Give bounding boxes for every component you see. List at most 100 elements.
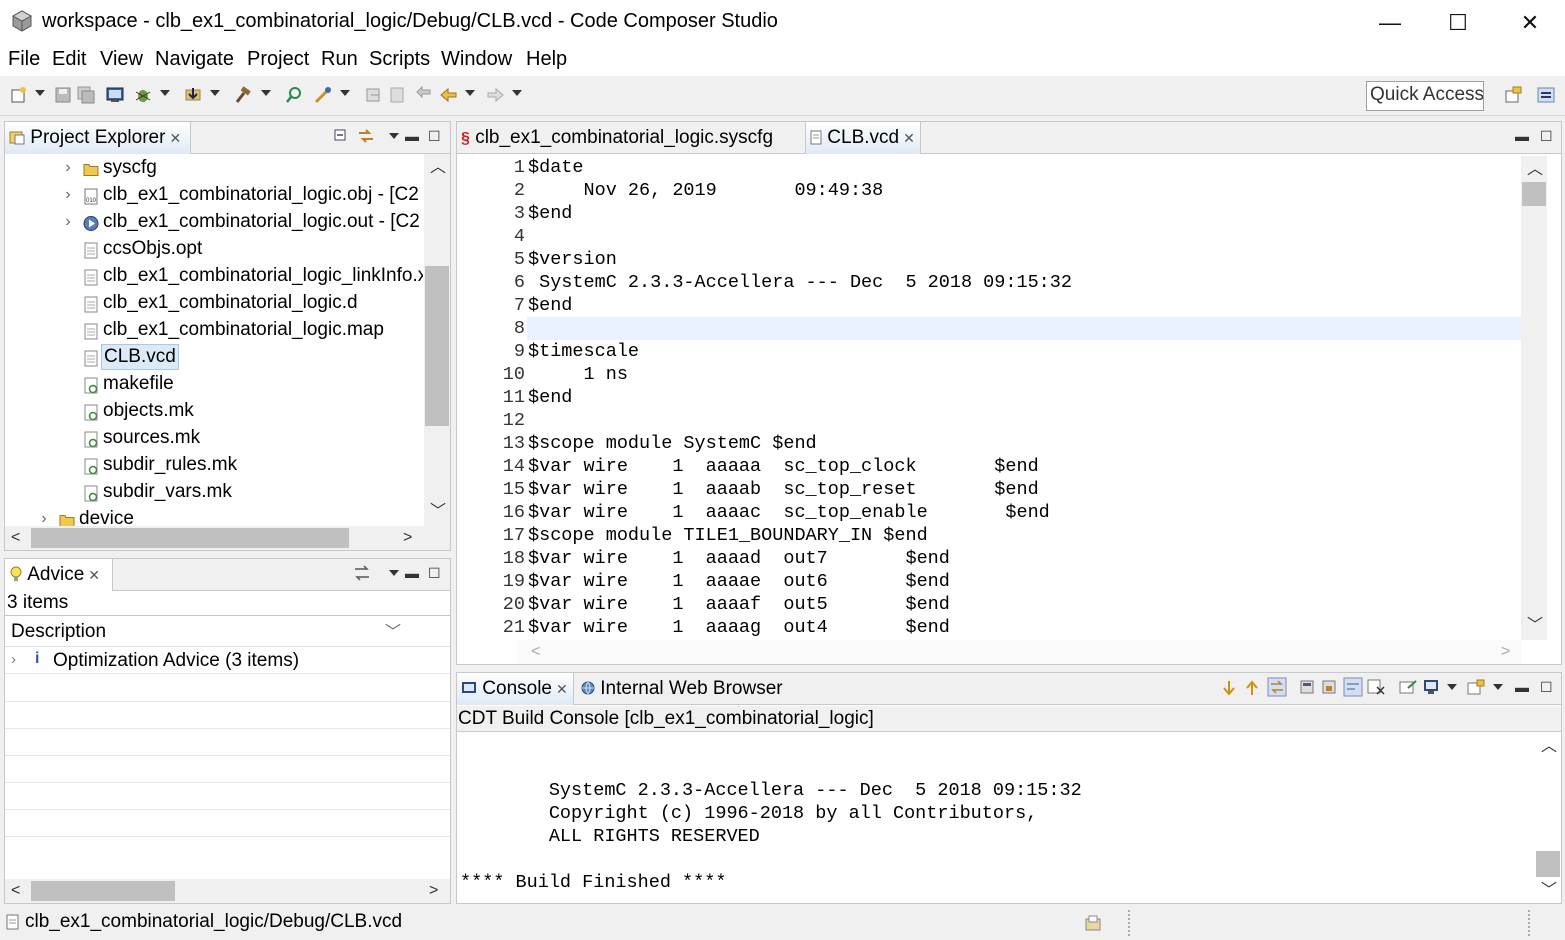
menu-file[interactable]: File — [8, 48, 40, 71]
display-console-dropdown-icon[interactable] — [1447, 684, 1457, 690]
minimize-view-icon[interactable]: ▬ — [1515, 128, 1529, 144]
clear-console-icon[interactable] — [1367, 679, 1385, 695]
menu-view[interactable]: View — [100, 48, 143, 71]
scroll-up-icon[interactable]: ︿ — [430, 160, 446, 176]
progress-indicator-icon[interactable] — [1084, 914, 1104, 932]
menu-run[interactable]: Run — [321, 48, 358, 71]
scroll-thumb[interactable] — [1536, 851, 1560, 877]
block-icon[interactable] — [388, 86, 406, 104]
console-output[interactable]: SystemC 2.3.3-Accellera --- Dec 5 2018 0… — [460, 733, 1534, 903]
tab-syscfg-file[interactable]: § clb_ex1_combinatorial_logic.syscfg — [457, 122, 803, 154]
menu-window[interactable]: Window — [441, 48, 512, 71]
link-with-editor-icon[interactable] — [357, 128, 375, 144]
menu-scripts[interactable]: Scripts — [369, 48, 430, 71]
expand-chevron-icon[interactable]: › — [61, 154, 75, 181]
open-console-icon[interactable] — [1467, 679, 1485, 695]
save-icon[interactable] — [54, 86, 72, 104]
tab-clb-vcd[interactable]: CLB.vcd ✕ — [805, 122, 921, 154]
close-icon[interactable]: ✕ — [556, 681, 568, 697]
scroll-up-icon[interactable]: ︿ — [1541, 739, 1557, 755]
forward-arrow-icon[interactable] — [486, 86, 504, 104]
menu-project[interactable]: Project — [247, 48, 309, 71]
build-dropdown-icon[interactable] — [261, 90, 271, 96]
minimize-button[interactable]: — — [1370, 8, 1410, 38]
scroll-right-icon[interactable]: > — [403, 530, 412, 546]
scroll-left-icon[interactable]: < — [531, 644, 540, 660]
scroll-down-icon[interactable]: ﹀ — [1541, 883, 1557, 899]
quick-access-input[interactable]: Quick Access — [1366, 81, 1484, 111]
expand-chevron-icon[interactable]: › — [61, 208, 75, 235]
scroll-down-arrow-icon[interactable] — [1221, 679, 1237, 697]
console-lock-icon[interactable] — [1321, 679, 1337, 695]
minimize-view-icon[interactable]: ▬ — [405, 128, 419, 144]
collapse-all-icon[interactable] — [333, 128, 349, 144]
ccs-edit-perspective-icon[interactable] — [1537, 86, 1555, 104]
open-console-dropdown-icon[interactable] — [1493, 684, 1503, 690]
tab-internal-web-browser[interactable]: Internal Web Browser — [577, 673, 797, 705]
expand-chevron-icon[interactable]: › — [61, 181, 75, 208]
scroll-right-icon[interactable]: > — [1501, 644, 1510, 660]
run-tool-dropdown-icon[interactable] — [340, 90, 350, 96]
maximize-button[interactable]: ☐ — [1438, 8, 1478, 38]
menu-help[interactable]: Help — [526, 48, 567, 71]
view-menu-icon[interactable] — [389, 570, 399, 576]
close-button[interactable]: ✕ — [1510, 8, 1550, 38]
advice-refresh-icon[interactable] — [353, 565, 371, 581]
editor-hscrollbar[interactable]: < > — [517, 640, 1521, 664]
tab-advice[interactable]: Advice ✕ — [5, 559, 113, 591]
scroll-up-arrow-icon[interactable] — [1244, 679, 1260, 697]
scroll-thumb[interactable] — [425, 266, 449, 426]
advice-column-header[interactable]: Description ﹀ — [5, 615, 450, 647]
project-tree-vscrollbar[interactable]: ︿ ﹀ — [424, 154, 450, 526]
scroll-right-icon[interactable]: > — [429, 883, 438, 899]
close-icon[interactable]: ✕ — [88, 567, 100, 583]
close-icon[interactable]: ✕ — [169, 130, 181, 146]
scroll-down-icon[interactable]: ﹀ — [430, 504, 446, 520]
maximize-view-icon[interactable]: ☐ — [428, 565, 441, 582]
menu-edit[interactable]: Edit — [52, 48, 86, 71]
close-icon[interactable]: ✕ — [903, 130, 915, 146]
last-edit-icon[interactable] — [416, 86, 434, 104]
maximize-view-icon[interactable]: ☐ — [1540, 128, 1553, 145]
hscroll-thumb[interactable] — [31, 528, 349, 548]
hscroll-thumb[interactable] — [31, 881, 175, 901]
debug-icon[interactable] — [134, 86, 152, 104]
search-icon[interactable] — [285, 86, 303, 104]
console-pin-icon[interactable] — [1299, 679, 1315, 695]
scroll-up-icon[interactable]: ︿ — [1527, 162, 1543, 178]
toggle-mark-icon[interactable] — [365, 86, 383, 104]
view-menu-icon[interactable] — [389, 133, 399, 139]
tab-console[interactable]: Console ✕ — [457, 673, 574, 705]
flash-dropdown-icon[interactable] — [210, 90, 220, 96]
expand-chevron-icon[interactable]: › — [11, 651, 16, 668]
forward-dropdown-icon[interactable] — [512, 90, 522, 96]
menu-navigate[interactable]: Navigate — [155, 48, 234, 71]
scroll-left-icon[interactable]: < — [11, 530, 20, 546]
flash-icon[interactable] — [184, 86, 202, 104]
minimize-view-icon[interactable]: ▬ — [405, 565, 419, 581]
code-editor[interactable]: 1 $date 2 Nov 26, 2019 09:49:38 3 $end 4 5 $ver… — [469, 156, 1521, 640]
display-selected-console-icon[interactable] — [1423, 679, 1439, 695]
scroll-left-icon[interactable]: < — [11, 883, 20, 899]
advice-row[interactable]: › i Optimization Advice (3 items) — [5, 647, 450, 674]
scroll-down-icon[interactable]: ﹀ — [1527, 618, 1543, 634]
scroll-thumb[interactable] — [1522, 182, 1546, 206]
word-wrap-icon[interactable] — [1343, 677, 1363, 697]
run-tool-icon[interactable] — [314, 86, 332, 104]
open-perspective-icon[interactable] — [1504, 86, 1522, 104]
pin-console-icon[interactable] — [1399, 679, 1417, 695]
editor-vscrollbar[interactable]: ︿ ﹀ — [1521, 156, 1547, 640]
terminal-icon[interactable] — [106, 86, 124, 104]
advice-hscrollbar[interactable]: < > — [5, 879, 450, 903]
maximize-view-icon[interactable]: ☐ — [1540, 679, 1553, 696]
new-dropdown-icon[interactable] — [35, 90, 45, 96]
maximize-view-icon[interactable]: ☐ — [428, 128, 441, 145]
back-arrow-icon[interactable] — [440, 86, 458, 104]
project-tree-hscrollbar[interactable]: < > — [5, 526, 450, 550]
minimize-view-icon[interactable]: ▬ — [1515, 679, 1529, 695]
save-all-icon[interactable] — [77, 86, 95, 104]
back-dropdown-icon[interactable] — [465, 90, 475, 96]
scroll-lock-icon[interactable] — [1267, 677, 1287, 697]
new-icon[interactable] — [10, 86, 28, 104]
tab-project-explorer[interactable]: Project Explorer ✕ — [5, 122, 191, 154]
